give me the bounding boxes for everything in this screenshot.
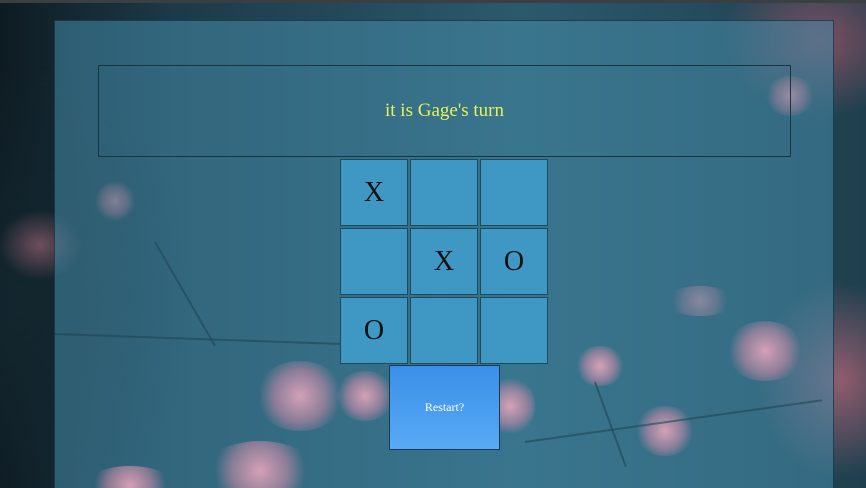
board-cell-6[interactable]: O <box>480 228 548 295</box>
flower-decoration <box>635 406 695 456</box>
flower-decoration <box>665 286 735 316</box>
restart-button[interactable]: Restart? <box>389 365 500 450</box>
board-cell-5[interactable]: X <box>410 228 478 295</box>
branch-decoration <box>594 381 627 467</box>
flower-decoration <box>255 361 345 431</box>
branch-decoration <box>154 241 216 347</box>
status-banner: it is Gage's turn <box>98 65 791 157</box>
board-cell-1[interactable]: X <box>340 159 408 226</box>
board-cell-2[interactable] <box>410 159 478 226</box>
flower-decoration <box>725 321 805 381</box>
board-cell-8[interactable] <box>410 297 478 364</box>
flower-decoration <box>95 181 135 221</box>
game-panel: it is Gage's turn X X O O Restart? <box>54 20 834 488</box>
flower-decoration <box>85 466 175 488</box>
flower-decoration <box>205 441 315 488</box>
turn-status-text: it is Gage's turn <box>385 100 504 121</box>
window-top-edge <box>0 0 866 3</box>
board-cell-3[interactable] <box>480 159 548 226</box>
board-cell-4[interactable] <box>340 228 408 295</box>
tic-tac-toe-board: X X O O <box>340 159 550 366</box>
board-cell-7[interactable]: O <box>340 297 408 364</box>
flower-decoration <box>335 371 395 421</box>
flower-decoration <box>575 346 625 386</box>
board-cell-9[interactable] <box>480 297 548 364</box>
